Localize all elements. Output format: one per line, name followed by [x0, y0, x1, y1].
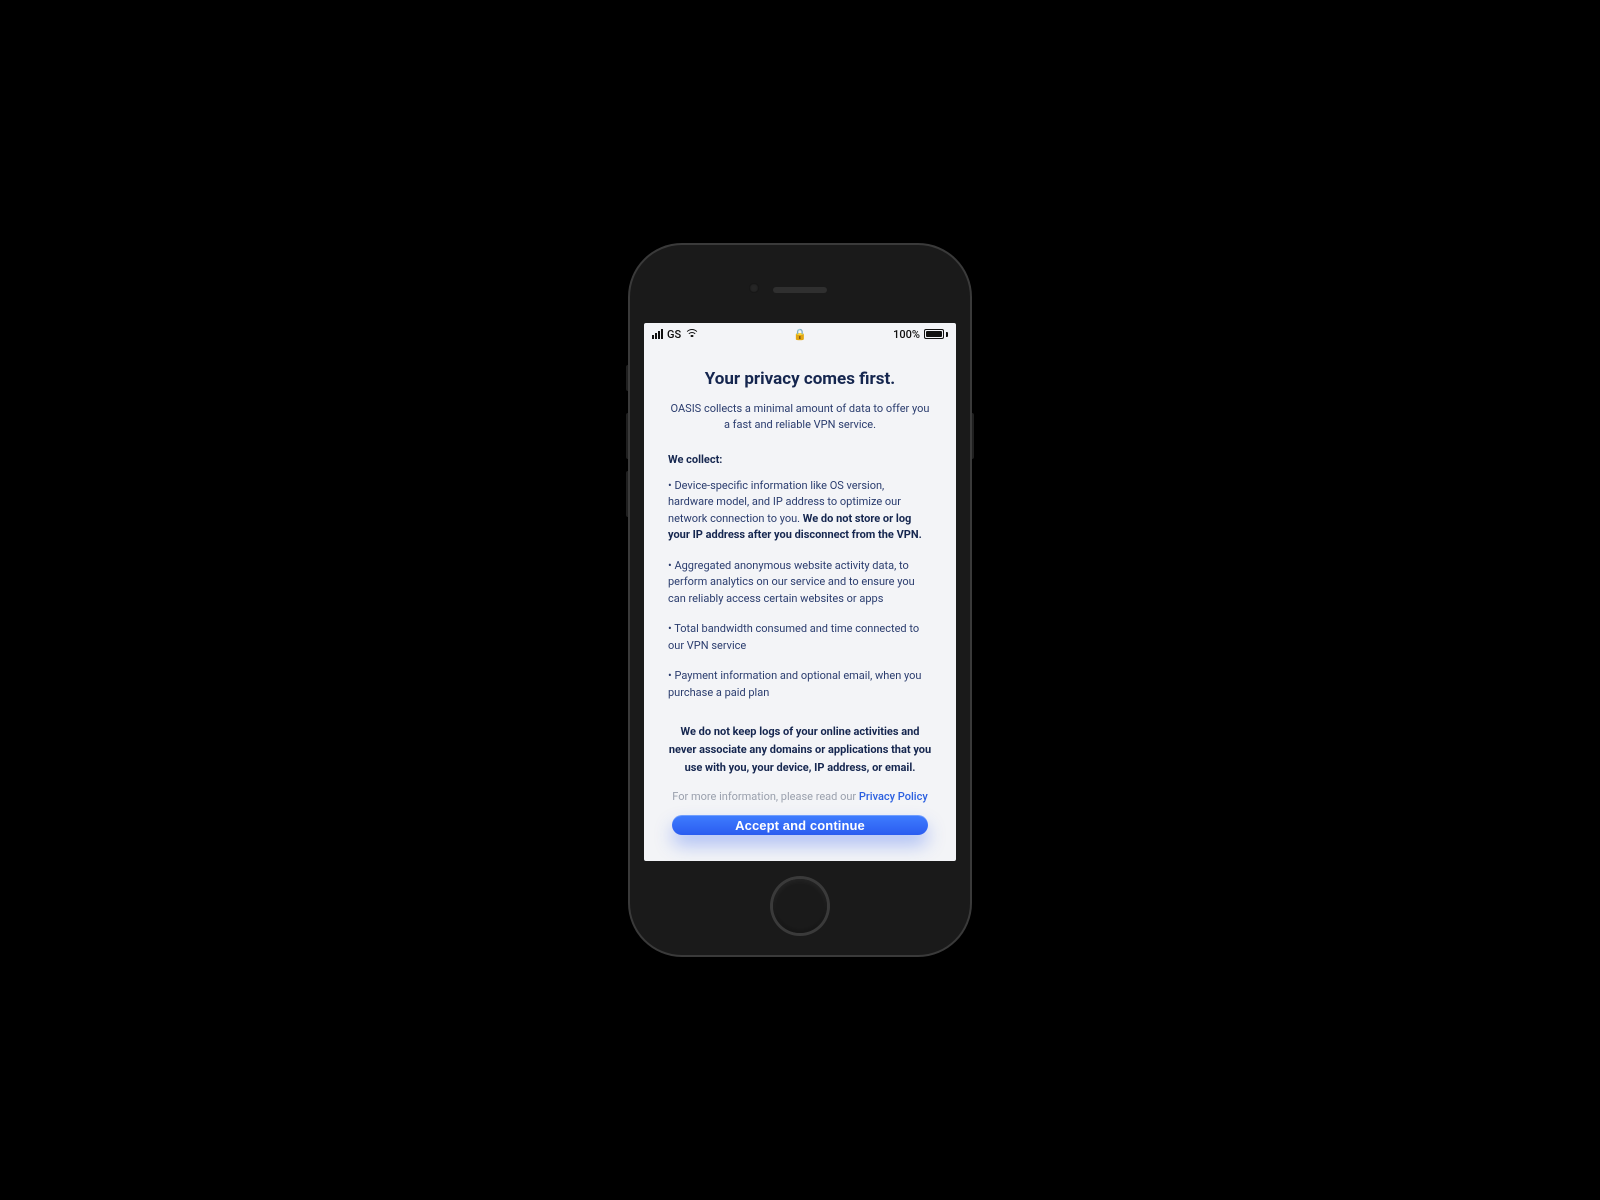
battery-icon: [924, 329, 948, 339]
accept-continue-button[interactable]: Accept and continue: [672, 815, 928, 835]
collect-item-bandwidth: • Total bandwidth consumed and time conn…: [668, 621, 932, 654]
collect-list: • Device-specific information like OS ve…: [668, 478, 932, 702]
collect-item-text: Payment information and optional email, …: [668, 669, 921, 699]
iphone-mock: GS 🔒 100% Your privacy comes first. OASI…: [630, 245, 970, 955]
collect-item-text: Total bandwidth consumed and time connec…: [668, 622, 919, 652]
collect-item-aggregated: • Aggregated anonymous website activity …: [668, 558, 932, 608]
collect-item-device-info: • Device-specific information like OS ve…: [668, 478, 932, 544]
wifi-icon: [685, 329, 698, 339]
carrier-label: GS: [667, 328, 681, 341]
screen: GS 🔒 100% Your privacy comes first. OASI…: [644, 323, 956, 861]
cellular-signal-icon: [652, 329, 663, 339]
more-info-text: For more information, please read our: [672, 790, 859, 803]
collect-item-payment: • Payment information and optional email…: [668, 668, 932, 701]
we-collect-heading: We collect:: [668, 453, 932, 466]
home-button[interactable]: [773, 879, 827, 933]
page-title: Your privacy comes first.: [668, 369, 932, 389]
lock-icon: 🔒: [793, 328, 807, 341]
page-subtitle: OASIS collects a minimal amount of data …: [668, 401, 932, 433]
no-logs-statement: We do not keep logs of your online activ…: [668, 723, 932, 776]
more-info: For more information, please read our Pr…: [668, 790, 932, 803]
collect-item-text: Aggregated anonymous website activity da…: [668, 559, 915, 605]
status-left: GS: [652, 328, 698, 341]
power-button: [970, 413, 974, 459]
status-bar: GS 🔒 100%: [644, 323, 956, 345]
earpiece-speaker: [773, 287, 827, 293]
phone-body: GS 🔒 100% Your privacy comes first. OASI…: [630, 245, 970, 955]
front-camera: [749, 283, 759, 293]
privacy-policy-link[interactable]: Privacy Policy: [859, 790, 928, 803]
battery-percent: 100%: [893, 328, 920, 341]
status-right: 100%: [893, 328, 948, 341]
privacy-consent-screen: Your privacy comes first. OASIS collects…: [644, 345, 956, 861]
